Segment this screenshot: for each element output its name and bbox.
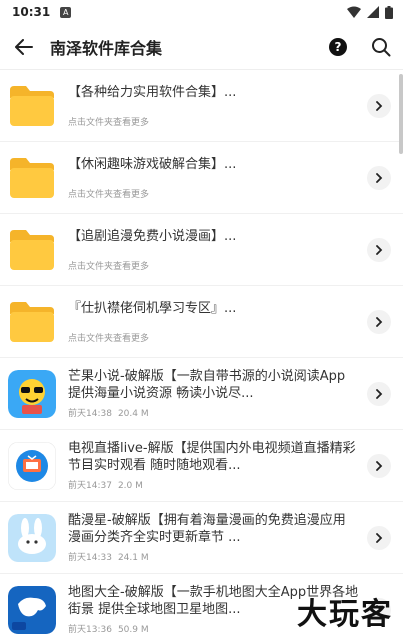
signal-icon [367, 6, 379, 18]
app-date: 前天13:36 [68, 625, 112, 635]
battery-icon [385, 5, 393, 19]
chevron-right-icon [376, 316, 383, 327]
app-size: 24.1 M [117, 553, 149, 563]
app-item[interactable]: 芒果小说-破解版【一款自带书源的小说阅读App 提供海量小说资源 畅读小说尽..… [0, 358, 403, 430]
folder-hint: 点击文件夹查看更多 [68, 117, 150, 128]
chevron-right-icon [376, 388, 383, 399]
folder-item[interactable]: 【追剧追漫免费小说漫画】... 点击文件夹查看更多 [0, 214, 403, 286]
app-size: 20.4 M [117, 409, 149, 419]
arrow-left-icon [15, 38, 33, 55]
help-button[interactable]: ? [329, 37, 347, 56]
folder-icon [8, 298, 56, 346]
folder-hint: 点击文件夹查看更多 [68, 333, 150, 344]
open-button[interactable] [367, 165, 391, 190]
open-button[interactable] [367, 453, 391, 478]
map-app-icon [8, 585, 56, 634]
notification-a-icon: A [60, 6, 72, 18]
folder-icon [8, 154, 56, 202]
tv-live-app-icon [8, 441, 56, 490]
app-size: 2.0 M [117, 481, 143, 491]
mango-novel-app-icon [8, 369, 56, 418]
file-list[interactable]: 【各种给力实用软件合集】... 点击文件夹查看更多 【休闲趣味游戏破解合集】..… [0, 70, 403, 639]
folder-hint: 点击文件夹查看更多 [68, 189, 150, 200]
folder-item[interactable]: 『仕扒襟佬伺机學习专区』... 点击文件夹查看更多 [0, 286, 403, 358]
folder-item[interactable]: 【各种给力实用软件合集】... 点击文件夹查看更多 [0, 70, 403, 142]
watermark: 大玩客 [297, 597, 393, 632]
app-name: 芒果小说-破解版【一款自带书源的小说阅读App 提供海量小说资源 畅读小说尽..… [68, 369, 346, 401]
folder-name: 【追剧追漫免费小说漫画】... [68, 228, 237, 244]
open-button[interactable] [367, 309, 391, 334]
status-icons [347, 5, 393, 19]
chevron-right-icon [376, 172, 383, 183]
folder-icon [8, 82, 56, 130]
folder-hint: 点击文件夹查看更多 [68, 261, 150, 272]
app-meta: 前天14:33 24.1 M [68, 550, 359, 563]
wifi-icon [347, 6, 361, 18]
app-date: 前天14:38 [68, 409, 112, 419]
app-meta: 前天14:37 2.0 M [68, 478, 359, 491]
app-date: 前天14:33 [68, 553, 112, 563]
chevron-right-icon [376, 100, 383, 111]
app-meta: 前天14:38 20.4 M [68, 406, 359, 419]
search-button[interactable] [371, 37, 391, 57]
app-size: 50.9 M [117, 625, 149, 635]
folder-name: 『仕扒襟佬伺机學习专区』... [68, 300, 237, 316]
folder-item[interactable]: 【休闲趣味游戏破解合集】... 点击文件夹查看更多 [0, 142, 403, 214]
app-item[interactable]: 电视直播live-解版【提供国内外电视频道直播精彩节目实时观看 随时随地观看..… [0, 430, 403, 502]
folder-name: 【休闲趣味游戏破解合集】... [68, 156, 237, 172]
folder-icon [8, 226, 56, 274]
comic-star-app-icon [8, 513, 56, 562]
open-button[interactable] [367, 381, 391, 406]
chevron-right-icon [376, 460, 383, 471]
app-header: 南泽软件库合集 ? [0, 24, 403, 70]
folder-name: 【各种给力实用软件合集】... [68, 84, 237, 100]
app-name: 酷漫星-破解版【拥有着海量漫画的免费追漫应用 漫画分类齐全实时更新章节 ... [68, 513, 346, 545]
question-mark-icon: ? [334, 39, 342, 54]
open-button[interactable] [367, 525, 391, 550]
scrollbar[interactable] [399, 74, 403, 154]
app-name: 电视直播live-解版【提供国内外电视频道直播精彩节目实时观看 随时随地观看..… [68, 441, 356, 473]
chevron-right-icon [376, 532, 383, 543]
app-item[interactable]: 酷漫星-破解版【拥有着海量漫画的免费追漫应用 漫画分类齐全实时更新章节 ... … [0, 502, 403, 574]
open-button[interactable] [367, 93, 391, 118]
open-button[interactable] [367, 237, 391, 262]
back-button[interactable] [12, 35, 36, 59]
chevron-right-icon [376, 244, 383, 255]
app-date: 前天14:37 [68, 481, 112, 491]
status-time: 10:31 [12, 5, 51, 19]
page-title: 南泽软件库合集 [50, 38, 163, 58]
status-bar: 10:31 A [0, 0, 403, 24]
